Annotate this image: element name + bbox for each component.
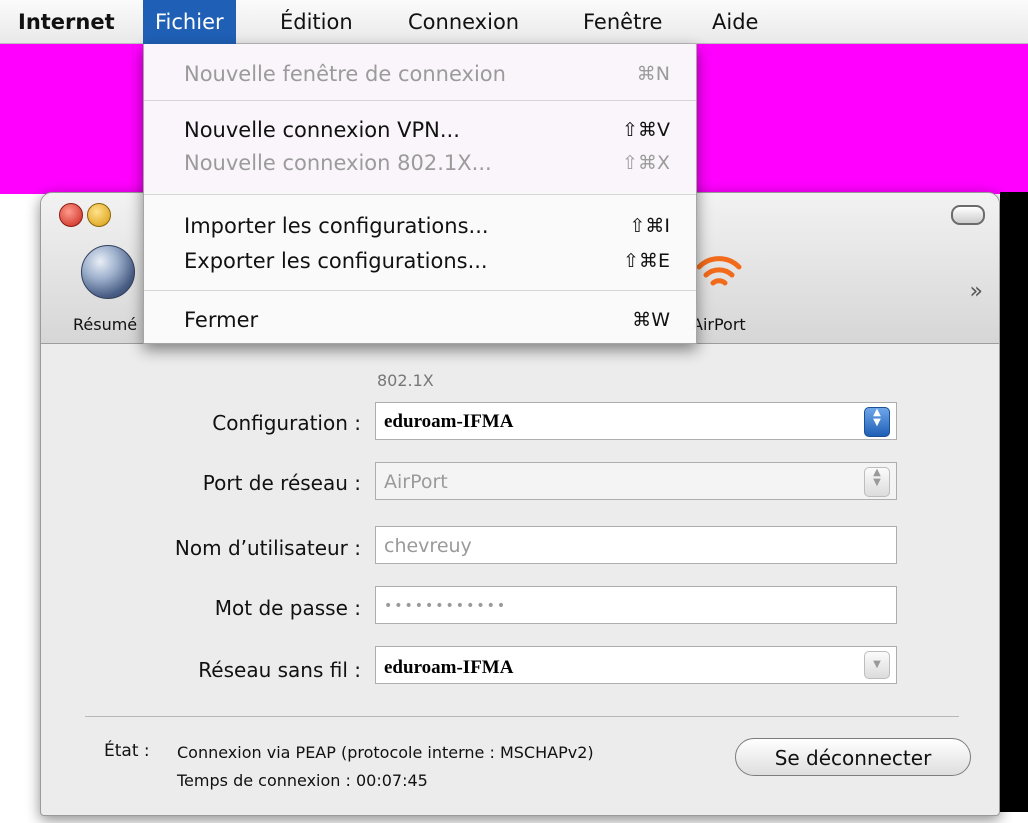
wireless-network-label: Réseau sans fil :	[198, 658, 361, 682]
divider	[85, 716, 959, 717]
toolbar-toggle-button[interactable]	[951, 205, 985, 225]
menu-bar: Internet Fichier Édition Connexion Fenêt…	[0, 0, 1028, 44]
menu-item-new-window[interactable]: Nouvelle fenêtre de connexion ⌘N	[144, 56, 696, 92]
menu-item-label: Nouvelle connexion VPN...	[184, 118, 460, 142]
globe-icon[interactable]	[81, 245, 135, 299]
configuration-label: Configuration :	[212, 411, 361, 435]
menu-aide[interactable]: Aide	[712, 0, 758, 44]
popup-arrows-icon: ▲ ▼	[864, 467, 890, 497]
password-label: Mot de passe :	[214, 596, 361, 620]
popup-arrows-icon: ▲ ▼	[864, 407, 890, 437]
menu-item-close[interactable]: Fermer ⌘W	[144, 302, 696, 338]
username-label: Nom d’utilisateur :	[174, 536, 361, 560]
close-button[interactable]	[59, 203, 83, 227]
menu-connexion[interactable]: Connexion	[408, 0, 519, 44]
chevron-down-icon[interactable]: ▼	[864, 651, 890, 679]
wireless-network-value: eduroam-IFMA	[384, 657, 514, 678]
menu-item-new-vpn[interactable]: Nouvelle connexion VPN... ⇧⌘V	[144, 112, 696, 148]
menu-item-export[interactable]: Exporter les configurations... ⇧⌘E	[144, 243, 696, 279]
menu-item-shortcut: ⌘N	[636, 63, 670, 85]
menu-item-label: Nouvelle fenêtre de connexion	[184, 62, 506, 86]
fichier-menu: Nouvelle fenêtre de connexion ⌘N Nouvell…	[143, 44, 697, 344]
network-port-popup[interactable]: AirPort ▲ ▼	[375, 462, 897, 500]
menu-item-shortcut: ⇧⌘X	[622, 152, 670, 174]
menu-divider	[144, 290, 696, 291]
network-port-label: Port de réseau :	[202, 471, 361, 495]
password-value: ••••••••••••	[384, 598, 508, 614]
desktop-edge	[1000, 192, 1028, 812]
menu-item-label: Fermer	[184, 308, 259, 332]
status-label: État :	[104, 741, 150, 761]
menu-item-shortcut: ⇧⌘I	[629, 215, 670, 237]
menu-item-shortcut: ⇧⌘E	[623, 250, 670, 272]
menu-item-import[interactable]: Importer les configurations... ⇧⌘I	[144, 208, 696, 244]
menu-fichier[interactable]: Fichier	[143, 0, 236, 44]
menu-item-label: Nouvelle connexion 802.1X...	[184, 151, 492, 175]
username-field[interactable]: chevreuy	[375, 526, 897, 564]
airport-icon[interactable]	[693, 245, 745, 297]
toolbar-label-airport[interactable]: AirPort	[692, 315, 746, 334]
double-chevron-icon[interactable]: »	[970, 279, 983, 304]
connection-time: Temps de connexion : 00:07:45	[177, 771, 428, 790]
password-field[interactable]: ••••••••••••	[375, 586, 897, 624]
menu-item-shortcut: ⇧⌘V	[622, 119, 670, 141]
minimize-button[interactable]	[87, 203, 111, 227]
configuration-popup[interactable]: eduroam-IFMA ▲ ▼	[375, 402, 897, 440]
menu-internet[interactable]: Internet	[18, 0, 115, 44]
section-label: 802.1X	[377, 371, 434, 390]
network-port-value: AirPort	[384, 471, 448, 493]
toolbar-label-resume[interactable]: Résumé	[73, 315, 137, 334]
menu-item-shortcut: ⌘W	[632, 309, 670, 331]
menu-item-label: Exporter les configurations...	[184, 249, 488, 273]
menu-edition[interactable]: Édition	[280, 0, 353, 44]
menu-item-new-8021x[interactable]: Nouvelle connexion 802.1X... ⇧⌘X	[144, 145, 696, 181]
menu-divider	[144, 100, 696, 101]
menu-item-label: Importer les configurations...	[184, 214, 489, 238]
username-value: chevreuy	[384, 535, 472, 557]
status-text: Connexion via PEAP (protocole interne : …	[177, 743, 594, 762]
menu-divider	[144, 194, 696, 195]
menu-fenetre[interactable]: Fenêtre	[583, 0, 662, 44]
wireless-network-combo[interactable]: eduroam-IFMA ▼	[375, 646, 897, 684]
disconnect-button[interactable]: Se déconnecter	[735, 738, 971, 776]
configuration-value: eduroam-IFMA	[384, 411, 514, 432]
